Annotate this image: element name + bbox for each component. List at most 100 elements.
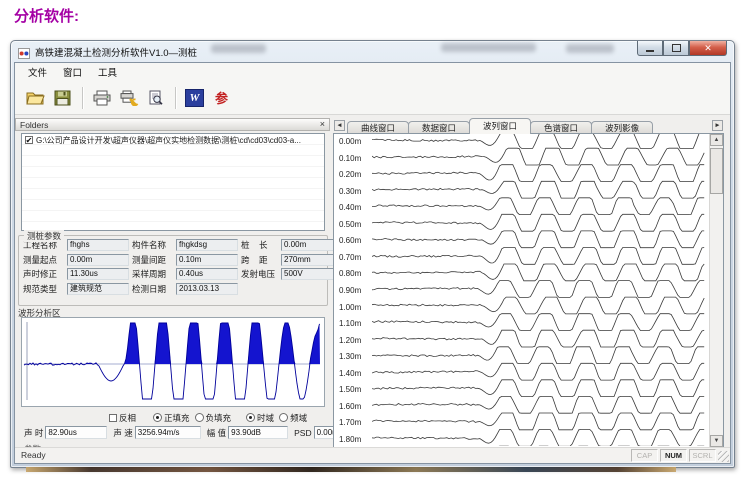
folder-item[interactable]: ✔ G:\公司产品设计开发\超声仪器\超声仪实地检测数据\测桩\cd\cd03\… [22, 134, 324, 146]
minimize-button[interactable] [637, 41, 663, 56]
param-field[interactable]: 0.00m [281, 239, 337, 251]
positive-fill-label: 正填充 [164, 412, 190, 424]
wavetrain-trace [372, 264, 704, 281]
freq-domain-radio[interactable]: 频域 [279, 412, 307, 424]
menu-item-2[interactable]: 工具 [90, 63, 125, 81]
wave-analysis-box[interactable] [21, 317, 325, 407]
folder-checkbox-checked-icon[interactable]: ✔ [25, 136, 33, 144]
scroll-down-icon[interactable]: ▼ [710, 435, 723, 447]
print-preview-icon [148, 90, 164, 106]
open-file-button[interactable] [23, 85, 48, 110]
scroll-up-icon[interactable]: ▲ [710, 134, 723, 146]
depth-label: 0.00m [339, 137, 371, 146]
time-domain-label: 时域 [257, 412, 274, 424]
param-label: 桩 长 [241, 239, 281, 251]
radio-on-icon [153, 413, 162, 422]
wavetrain-view[interactable]: 0.00m0.10m0.20m0.30m0.40m0.50m0.60m0.70m… [333, 133, 724, 448]
analysis-waveform [22, 318, 322, 404]
folders-list[interactable]: ✔ G:\公司产品设计开发\超声仪器\超声仪实地检测数据\测桩\cd\cd03\… [21, 133, 325, 231]
depth-label: 0.10m [339, 154, 371, 163]
desktop-background-sliver [26, 467, 676, 472]
depth-label: 1.10m [339, 319, 371, 328]
pane-close-icon[interactable]: × [320, 120, 325, 129]
freq-domain-label: 频域 [290, 412, 307, 424]
depth-label: 0.80m [339, 269, 371, 278]
close-icon: ✕ [704, 43, 712, 54]
wavetrain-trace [372, 396, 704, 413]
tab-scroll-left-button[interactable]: ◄ [334, 120, 345, 131]
depth-label: 1.50m [339, 385, 371, 394]
pile-params-groupbox: 测桩参数 工程名称fhghs构件名称fhgkdsg桩 长0.00m测量起点0.0… [18, 235, 328, 306]
pile-params-title: 测桩参数 [24, 230, 64, 242]
menu-bar: 文件窗口工具 [15, 63, 730, 82]
print-setup-button[interactable] [116, 85, 141, 110]
param-field[interactable]: fhghs [67, 239, 129, 251]
tab-wavetrain-window[interactable]: 波列窗口 [469, 118, 531, 134]
param-row: 声时修正11.30us采样周期0.40us发射电压500V [23, 269, 327, 280]
menu-item-1[interactable]: 窗口 [55, 63, 90, 81]
maximize-button[interactable] [663, 41, 689, 56]
checkbox-unchecked-icon [109, 414, 117, 422]
depth-label: 1.00m [339, 303, 371, 312]
readout-field[interactable]: 82.90us [45, 426, 107, 439]
keyboard-indicators: CAPNUMSCRL [631, 449, 716, 462]
param-label: 测量起点 [23, 254, 67, 266]
parameters-button[interactable]: 参 [209, 85, 234, 110]
time-domain-radio[interactable]: 时域 [246, 412, 274, 424]
depth-label: 1.40m [339, 369, 371, 378]
param-field[interactable]: 0.10m [176, 254, 238, 266]
wavetrain-trace [372, 347, 704, 364]
param-field[interactable]: 2013.03.13 [176, 283, 238, 295]
param-char-icon: 参 [215, 88, 228, 107]
param-field[interactable]: 建筑规范 [67, 283, 129, 295]
title-bar[interactable]: 高铁建混凝土检测分析软件V1.0—测桩 ✕ [11, 41, 734, 63]
invert-label: 反相 [119, 412, 136, 424]
negative-fill-radio[interactable]: 负填充 [195, 412, 232, 424]
invert-checkbox[interactable]: 反相 [109, 412, 136, 424]
close-button[interactable]: ✕ [689, 41, 727, 56]
param-label: 构件名称 [132, 239, 176, 251]
status-text: Ready [21, 450, 46, 460]
radio-off-icon [279, 413, 288, 422]
param-label: 发射电压 [241, 268, 281, 280]
param-label: 跨 距 [241, 254, 281, 266]
param-field[interactable]: 500V [281, 268, 337, 280]
export-word-button[interactable]: W [182, 85, 207, 110]
page-title: 分析软件: [14, 5, 79, 26]
param-field[interactable]: 0.00m [67, 254, 129, 266]
menu-item-0[interactable]: 文件 [20, 63, 55, 81]
readout-label: PSD [294, 428, 311, 438]
param-field[interactable]: 270mm [281, 254, 337, 266]
param-label: 测量间距 [132, 254, 176, 266]
positive-fill-area [24, 323, 320, 364]
print-button[interactable] [89, 85, 114, 110]
depth-label: 1.70m [339, 418, 371, 427]
window-title: 高铁建混凝土检测分析软件V1.0—测桩 [35, 45, 197, 59]
depth-label: 0.40m [339, 203, 371, 212]
open-folder-icon [26, 90, 46, 106]
resize-grip[interactable] [718, 451, 729, 462]
print-preview-button[interactable] [143, 85, 168, 110]
save-button[interactable] [50, 85, 75, 110]
folders-pane-header[interactable]: Folders × [15, 118, 330, 131]
readout-field[interactable]: 93.90dB [228, 426, 288, 439]
param-label: 检测日期 [132, 283, 176, 295]
param-field[interactable]: fhgkdsg [176, 239, 238, 251]
param-row: 规范类型建筑规范检测日期2013.03.13 [23, 283, 327, 294]
scrollbar-thumb[interactable] [710, 148, 723, 194]
positive-fill-radio[interactable]: 正填充 [153, 412, 190, 424]
maximize-icon [672, 44, 681, 52]
depth-label: 0.50m [339, 220, 371, 229]
indicator-cap: CAP [631, 449, 658, 462]
vertical-scrollbar[interactable]: ▲ ▼ [709, 134, 723, 447]
tab-scroll-right-button[interactable]: ► [712, 120, 723, 131]
wavetrain-trace [372, 380, 704, 397]
depth-label: 1.30m [339, 352, 371, 361]
param-field[interactable]: 11.30us [67, 268, 129, 280]
tab-strip: ◄ 曲线窗口数据窗口波列窗口色谱窗口波列影像 ► [333, 118, 724, 133]
wavetrain-plot [372, 134, 706, 446]
param-field[interactable]: 0.40us [176, 268, 238, 280]
wavetrain-trace [372, 314, 704, 331]
param-row: 工程名称fhghs构件名称fhgkdsg桩 长0.00m [23, 240, 327, 251]
readout-field[interactable]: 3256.94m/s [135, 426, 201, 439]
